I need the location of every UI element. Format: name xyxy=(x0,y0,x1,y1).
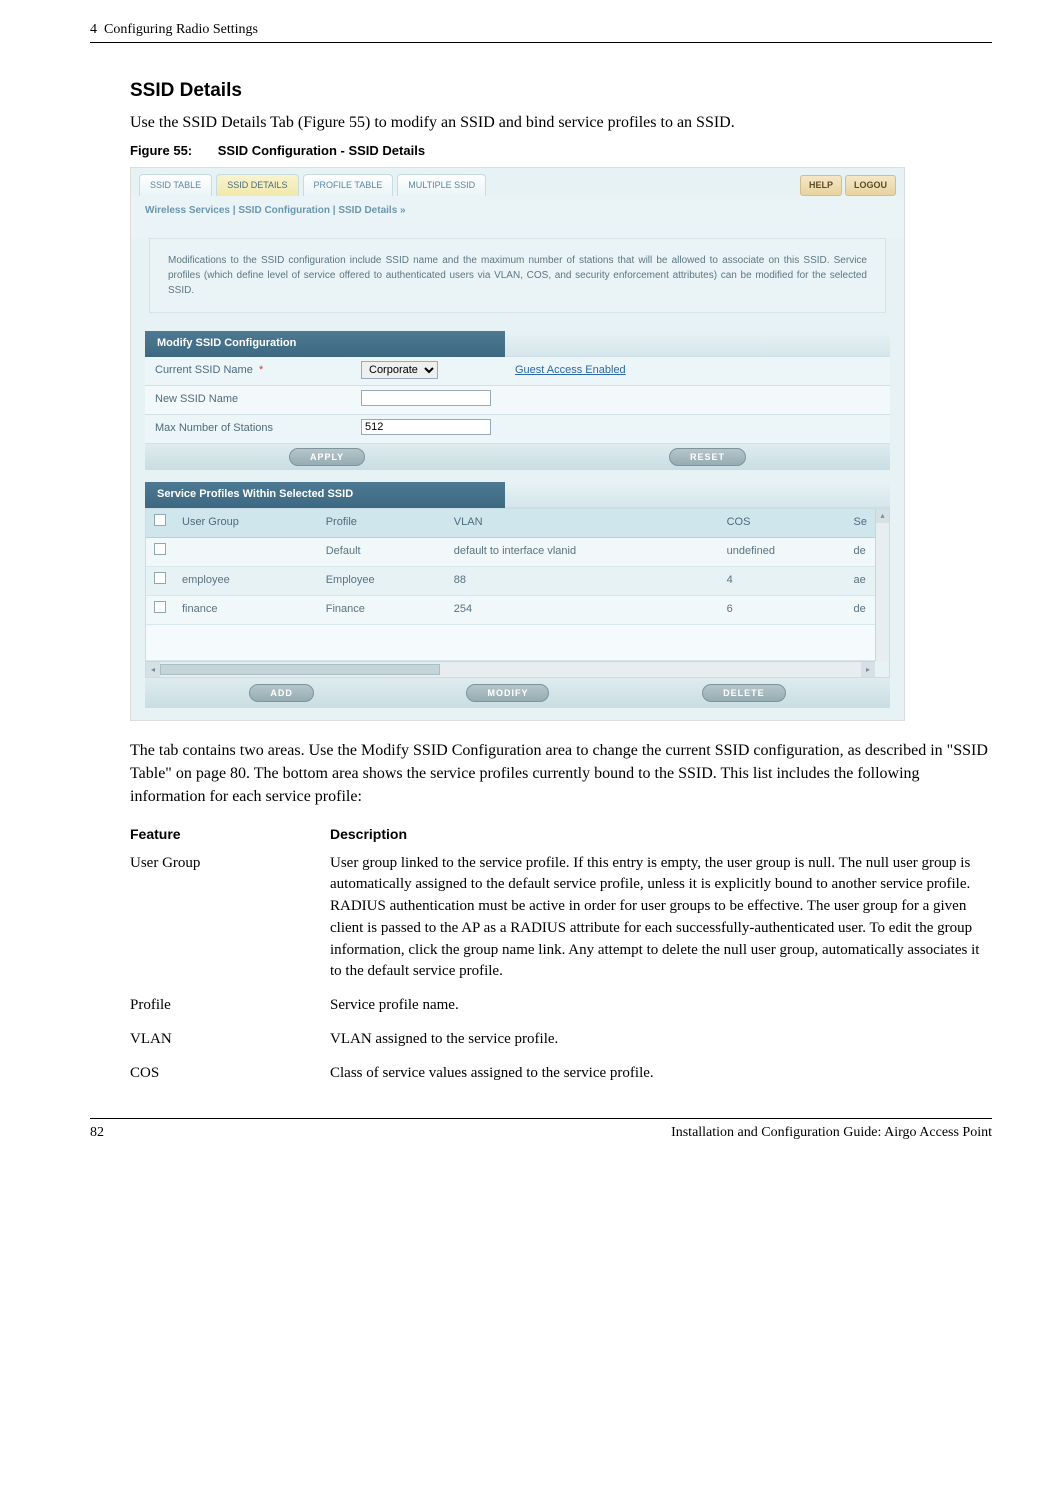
col-profile: Profile xyxy=(318,509,446,537)
post-figure-text: The tab contains two areas. Use the Modi… xyxy=(130,739,992,809)
apply-button[interactable]: APPLY xyxy=(289,448,365,466)
reset-button[interactable]: RESET xyxy=(669,448,746,466)
scroll-left-icon[interactable]: ◂ xyxy=(146,662,160,677)
col-vlan: VLAN xyxy=(446,509,719,537)
tab-bar: SSID TABLE SSID DETAILS PROFILE TABLE MU… xyxy=(131,168,904,196)
max-stations-input[interactable] xyxy=(361,419,491,435)
scroll-thumb[interactable] xyxy=(160,664,440,675)
tab-multiple-ssid[interactable]: MULTIPLE SSID xyxy=(397,174,486,196)
screenshot-panel: SSID TABLE SSID DETAILS PROFILE TABLE MU… xyxy=(130,167,905,721)
add-button[interactable]: ADD xyxy=(249,684,314,702)
select-all-checkbox[interactable] xyxy=(154,514,166,526)
figure-caption: Figure 55: SSID Configuration - SSID Det… xyxy=(130,142,992,161)
scroll-up-icon[interactable]: ▴ xyxy=(876,509,889,523)
new-ssid-label: New SSID Name xyxy=(145,386,355,414)
figure-number: Figure 55: xyxy=(130,143,192,158)
feature-row: VLAN VLAN assigned to the service profil… xyxy=(130,1029,992,1051)
feature-table: Feature Description User Group User grou… xyxy=(130,824,992,1084)
chapter-title: Configuring Radio Settings xyxy=(104,22,258,37)
service-profiles-panel-title: Service Profiles Within Selected SSID xyxy=(145,482,505,508)
scroll-right-icon[interactable]: ▸ xyxy=(861,662,875,677)
col-cos: COS xyxy=(719,509,846,537)
tab-profile-table[interactable]: PROFILE TABLE xyxy=(303,174,394,196)
table-row[interactable]: employee Employee 88 4 ae xyxy=(146,566,875,595)
section-intro: Use the SSID Details Tab (Figure 55) to … xyxy=(130,111,992,134)
tab-ssid-details[interactable]: SSID DETAILS xyxy=(216,174,298,196)
col-user-group: User Group xyxy=(174,509,318,537)
description-header: Description xyxy=(330,824,407,844)
current-ssid-select[interactable]: Corporate xyxy=(361,361,438,379)
modify-button[interactable]: MODIFY xyxy=(466,684,549,702)
current-ssid-label: Current SSID Name * xyxy=(145,357,355,385)
col-sec: Se xyxy=(846,509,875,537)
row-checkbox[interactable] xyxy=(154,572,166,584)
table-row[interactable]: finance Finance 254 6 de xyxy=(146,595,875,624)
logout-button[interactable]: LOGOU xyxy=(845,175,896,196)
feature-row: Profile Service profile name. xyxy=(130,995,992,1017)
modify-ssid-panel-title: Modify SSID Configuration xyxy=(145,331,505,357)
row-checkbox[interactable] xyxy=(154,601,166,613)
guest-access-link[interactable]: Guest Access Enabled xyxy=(515,364,626,376)
horizontal-scrollbar[interactable]: ◂ ▸ xyxy=(146,661,875,677)
feature-row: COS Class of service values assigned to … xyxy=(130,1063,992,1085)
chapter-num: 4 xyxy=(90,22,97,37)
service-profiles-panel: Service Profiles Within Selected SSID Us… xyxy=(145,482,890,708)
footer-title: Installation and Configuration Guide: Ai… xyxy=(671,1123,992,1143)
profiles-table-wrap: User Group Profile VLAN COS Se Default xyxy=(145,508,890,678)
feature-row: User Group User group linked to the serv… xyxy=(130,853,992,984)
profiles-table: User Group Profile VLAN COS Se Default xyxy=(146,509,875,661)
new-ssid-input[interactable] xyxy=(361,390,491,406)
modify-ssid-panel: Modify SSID Configuration Current SSID N… xyxy=(145,331,890,470)
table-row[interactable]: Default default to interface vlanid unde… xyxy=(146,538,875,567)
breadcrumb: Wireless Services | SSID Configuration |… xyxy=(131,196,904,239)
feature-header: Feature xyxy=(130,824,330,844)
section-title: SSID Details xyxy=(130,77,992,105)
delete-button[interactable]: DELETE xyxy=(702,684,786,702)
tab-ssid-table[interactable]: SSID TABLE xyxy=(139,174,212,196)
help-button[interactable]: HELP xyxy=(800,175,842,196)
row-checkbox[interactable] xyxy=(154,543,166,555)
vertical-scrollbar[interactable]: ▴ xyxy=(875,509,889,661)
page-number: 82 xyxy=(90,1123,104,1143)
description-box: Modifications to the SSID configuration … xyxy=(149,238,886,313)
figure-title: SSID Configuration - SSID Details xyxy=(218,143,425,158)
max-stations-label: Max Number of Stations xyxy=(145,415,355,443)
page-footer: 82 Installation and Configuration Guide:… xyxy=(90,1118,992,1143)
page-header: 4 Configuring Radio Settings xyxy=(90,20,992,43)
